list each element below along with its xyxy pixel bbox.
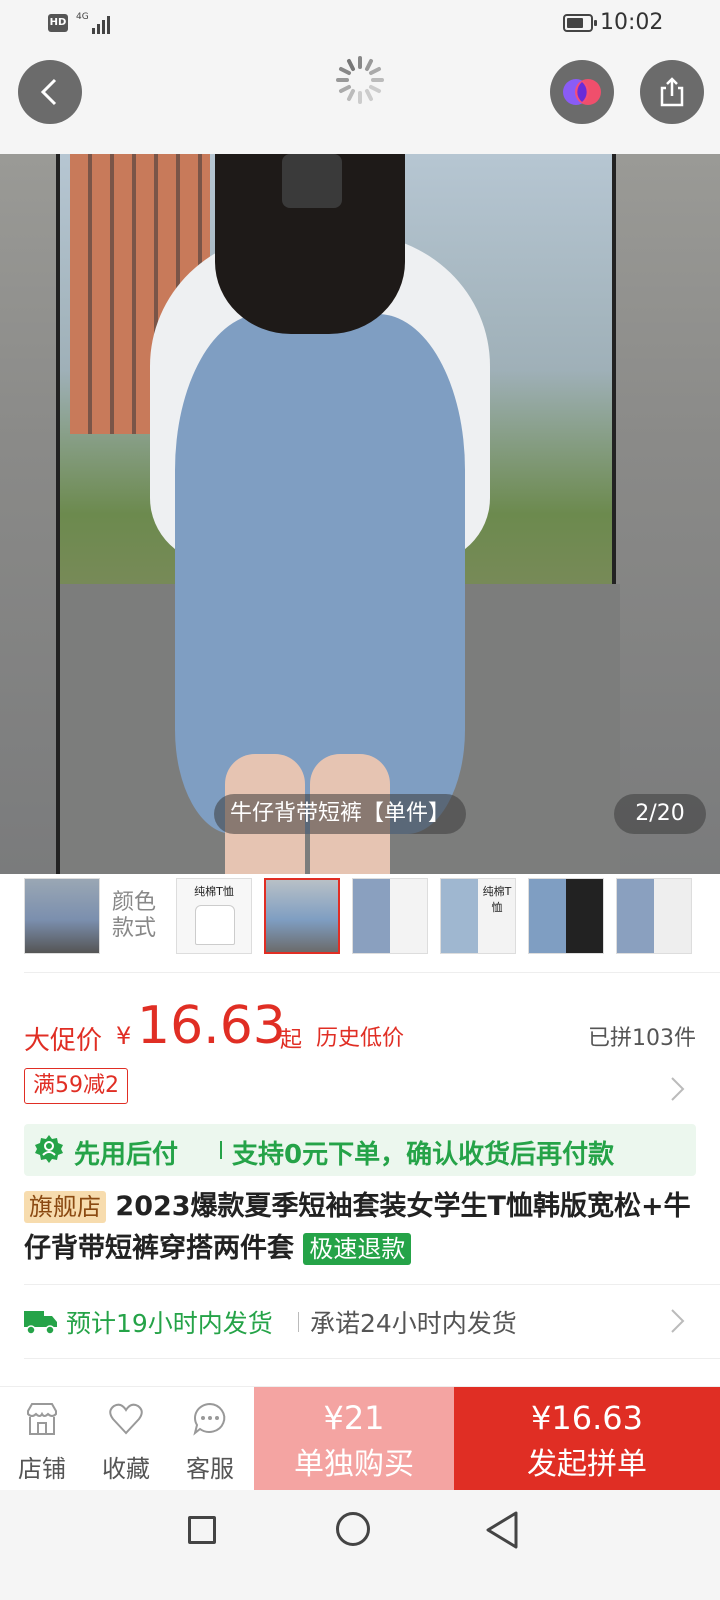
shipping-promise: 承诺24小时内发货 — [310, 1309, 517, 1338]
flagship-badge: 旗舰店 — [24, 1191, 106, 1223]
variant-thumb-selected[interactable] — [264, 878, 340, 954]
favorite-button[interactable]: 收藏 — [84, 1387, 168, 1491]
buy-alone-button[interactable]: ¥21 单独购买 — [254, 1387, 454, 1491]
image-counter: 2/20 — [614, 794, 706, 834]
video-button[interactable] — [550, 60, 614, 124]
pay-later-title: 先用后付 — [74, 1140, 179, 1170]
variant-thumbnails: 颜色款式 纯棉T恤 纯棉T恤 — [0, 874, 720, 974]
pay-later-banner[interactable]: 先用后付 支持0元下单，确认收货后再付款 — [24, 1124, 696, 1176]
group-buy-price: ¥16.63 — [531, 1399, 643, 1437]
buy-alone-price: ¥21 — [323, 1399, 385, 1437]
buy-alone-label: 单独购买 — [294, 1447, 414, 1482]
video-logo-icon — [563, 79, 601, 105]
customer-service-button[interactable]: 客服 — [168, 1387, 252, 1491]
share-button[interactable] — [640, 60, 704, 124]
history-low-tag: 历史低价 — [316, 1026, 405, 1051]
variant-thumb[interactable] — [24, 878, 100, 954]
truck-icon — [24, 1311, 57, 1335]
signal-icon — [92, 12, 114, 34]
currency-symbol: ¥ — [116, 1022, 132, 1050]
group-buy-label: 发起拼单 — [527, 1447, 647, 1482]
battery-icon — [563, 14, 597, 32]
status-bar: HD 4G 10:02 — [0, 0, 720, 48]
system-nav-bar — [0, 1490, 720, 1600]
pay-later-badge-icon — [35, 1135, 63, 1163]
promo-label: 大促价 — [24, 1026, 103, 1056]
back-arrow-icon — [40, 78, 57, 106]
variant-thumb[interactable] — [616, 878, 692, 954]
home-icon[interactable] — [336, 1512, 370, 1546]
fast-refund-badge: 极速退款 — [303, 1233, 412, 1265]
network-type: 4G — [76, 12, 89, 22]
status-time: 10:02 — [600, 10, 664, 35]
back-button[interactable] — [18, 60, 82, 124]
image-caption: 牛仔背带短裤【单件】 — [214, 794, 467, 834]
heart-icon — [109, 1403, 143, 1435]
color-style-label: 颜色款式 — [112, 890, 157, 941]
pay-later-detail: 支持0元下单，确认收货后再付款 — [232, 1140, 615, 1170]
share-icon — [660, 77, 684, 107]
variant-thumb[interactable] — [528, 878, 604, 954]
chat-icon — [193, 1402, 226, 1436]
shipping-row[interactable]: 预计19小时内发货 承诺24小时内发货 — [24, 1300, 696, 1350]
service-label: 客服 — [186, 1455, 234, 1483]
product-image-carousel[interactable]: 牛仔背带短裤【单件】 2/20 — [0, 154, 720, 874]
store-label: 店铺 — [18, 1455, 66, 1483]
sold-count: 已拼103件 — [588, 1026, 696, 1051]
nav-back-icon[interactable] — [484, 1510, 520, 1550]
product-title: 旗舰店 2023爆款夏季短袖套装女学生T恤韩版宽松+牛仔背带短裤穿搭两件套 极速… — [24, 1186, 696, 1270]
bottom-action-bar: 店铺 收藏 客服 ¥21 单独购买 ¥16.63 发起拼单 — [0, 1386, 720, 1491]
store-button[interactable]: 店铺 — [0, 1387, 84, 1491]
variant-thumb[interactable]: 纯棉T恤 — [440, 878, 516, 954]
recent-apps-icon[interactable] — [188, 1516, 216, 1544]
hd-icon: HD — [48, 14, 68, 32]
loading-spinner-icon — [336, 56, 384, 104]
shipping-estimate: 预计19小时内发货 — [66, 1309, 273, 1338]
price-suffix: 起 — [280, 1028, 303, 1053]
favorite-label: 收藏 — [102, 1455, 150, 1483]
top-bar — [0, 48, 720, 154]
chevron-right-icon[interactable] — [668, 1308, 688, 1334]
chevron-right-icon[interactable] — [668, 1076, 688, 1102]
store-icon — [27, 1403, 57, 1435]
coupon-tag[interactable]: 满59减2 — [24, 1068, 128, 1104]
variant-thumb[interactable]: 纯棉T恤 — [176, 878, 252, 954]
group-buy-button[interactable]: ¥16.63 发起拼单 — [454, 1387, 720, 1491]
variant-thumb[interactable] — [352, 878, 428, 954]
price-amount: 16.63 — [137, 996, 286, 1056]
price-row: 大促价 ¥ 16.63 起 历史低价 已拼103件 — [24, 996, 696, 1062]
